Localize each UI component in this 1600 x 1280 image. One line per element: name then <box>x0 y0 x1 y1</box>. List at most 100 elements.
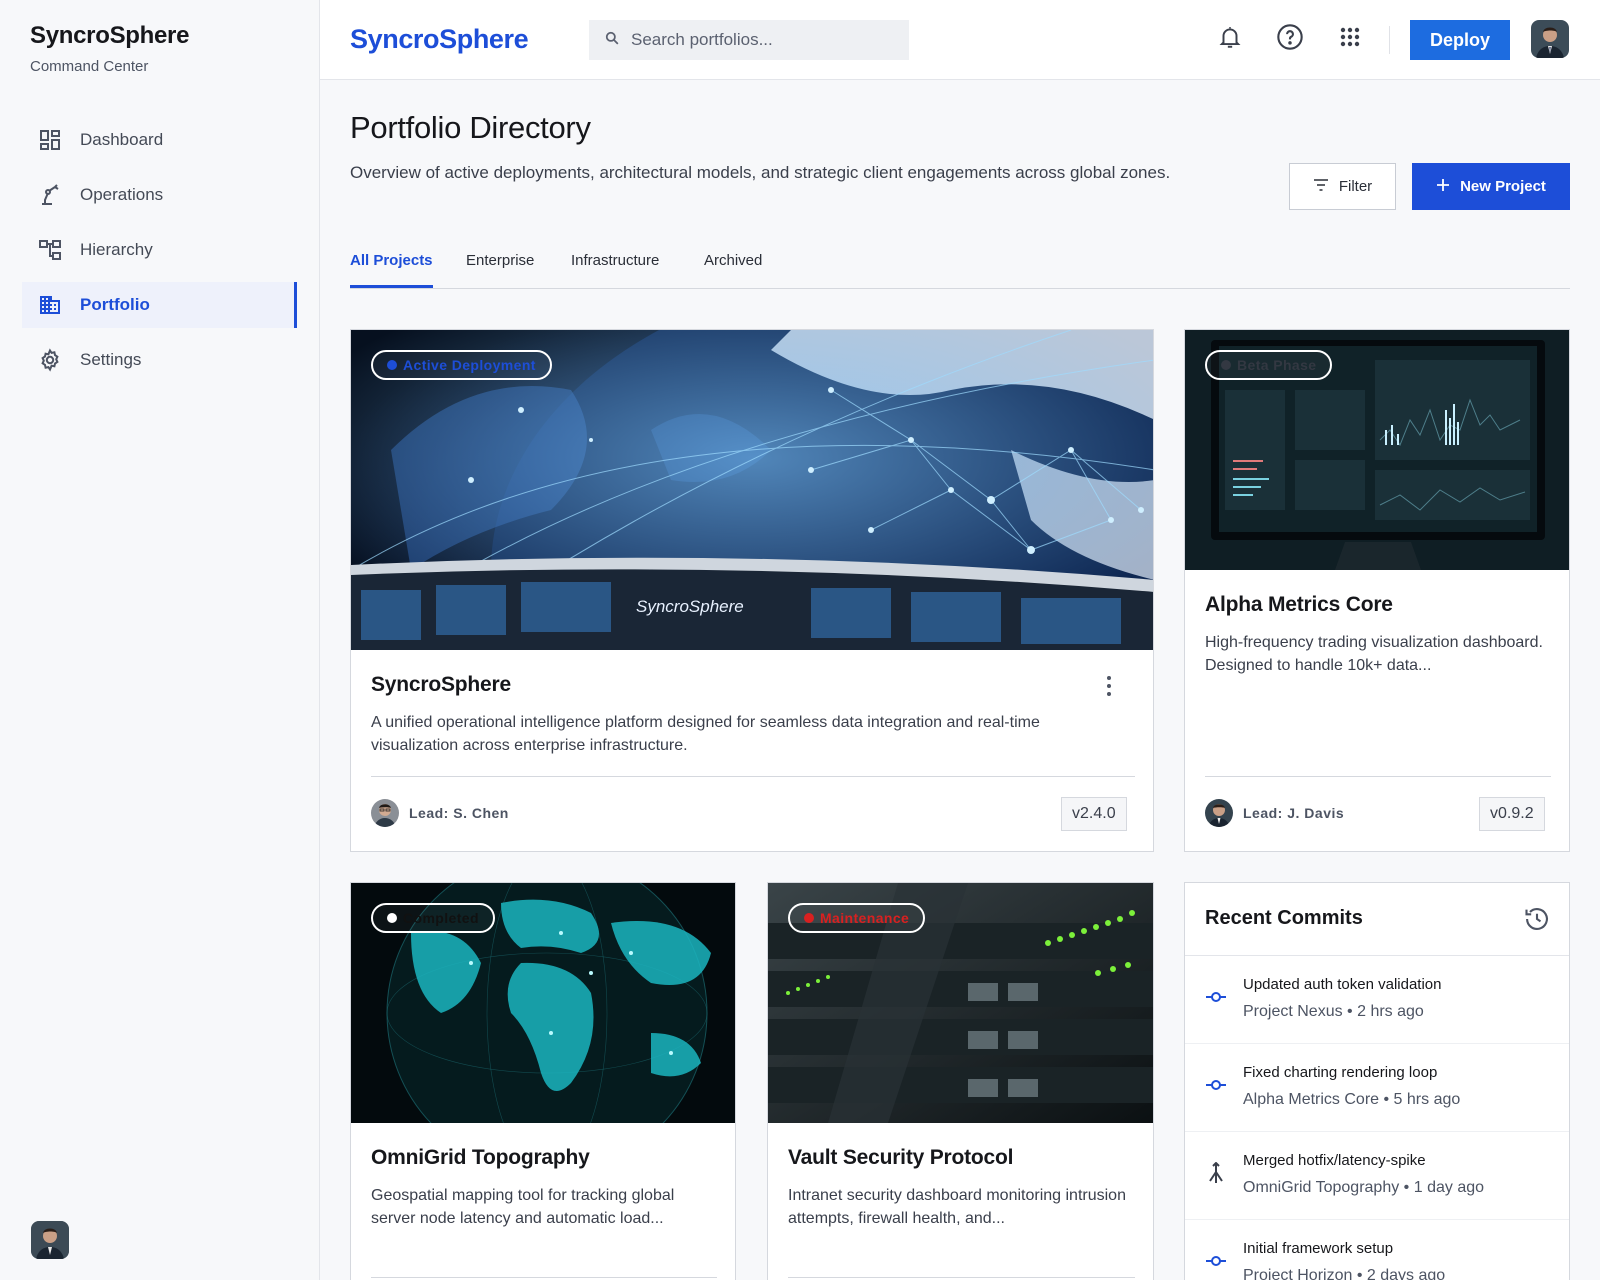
commit-time: 5 hrs ago <box>1393 1091 1461 1108</box>
commit-message: Initial framework setup <box>1243 1240 1394 1257</box>
robot-arm-icon <box>38 183 62 207</box>
project-description: High-frequency trading visualization das… <box>1205 634 1543 674</box>
status-badge-label: Maintenance <box>820 910 910 926</box>
help-icon[interactable] <box>1275 22 1305 52</box>
status-badge: Active Deployment <box>371 350 552 380</box>
tab-bar: All Projects Enterprise Infrastructure A… <box>350 242 1570 289</box>
project-card-omnigrid[interactable]: Completed OmniGrid Topography Geospatial… <box>350 882 736 1280</box>
commit-message: Fixed charting rendering loop <box>1243 1064 1438 1081</box>
filter-label: Filter <box>1338 178 1373 195</box>
plus-icon <box>1436 178 1450 196</box>
commit-meta: Alpha Metrics Core • 5 hrs ago <box>1243 1091 1461 1108</box>
page-title: Portfolio Directory <box>350 110 591 145</box>
lead-avatar <box>371 799 399 827</box>
project-description: Geospatial mapping tool for tracking glo… <box>371 1187 675 1227</box>
sidebar-item-portfolio[interactable]: Portfolio <box>22 282 297 328</box>
project-lead: Lead: S. Chen <box>371 799 509 827</box>
status-badge: Beta Phase <box>1205 350 1333 380</box>
sidebar-item-dashboard[interactable]: Dashboard <box>22 117 297 163</box>
sidebar-item-label: Hierarchy <box>80 240 153 259</box>
merge-icon <box>1205 1161 1227 1184</box>
commit-item[interactable]: Updated auth token validation Project Ne… <box>1185 956 1569 1044</box>
gear-icon <box>38 348 62 372</box>
project-card-syncrosphere[interactable]: SyncroSphere Active Deployment SyncroSph… <box>350 329 1154 852</box>
sidebar-brand: SyncroSphere Command Center <box>30 22 189 75</box>
apps-grid-icon[interactable] <box>1335 22 1365 52</box>
sidebar-nav: Dashboard Operations Hierarchy Portfolio… <box>22 117 297 392</box>
version-badge: v0.9.2 <box>1479 797 1545 831</box>
sidebar-item-operations[interactable]: Operations <box>22 172 297 218</box>
dashboard-icon <box>38 128 62 152</box>
user-avatar[interactable] <box>31 1221 69 1259</box>
project-lead: Lead: J. Davis <box>1205 799 1344 827</box>
status-dot <box>1221 360 1231 370</box>
commit-icon <box>1205 1250 1227 1272</box>
project-title: Alpha Metrics Core <box>1205 593 1393 616</box>
project-title: SyncroSphere <box>371 673 511 696</box>
commit-item[interactable]: Merged hotfix/latency-spike OmniGrid Top… <box>1185 1132 1569 1220</box>
lead-label: Lead: J. Davis <box>1243 805 1345 821</box>
commit-message: Merged hotfix/latency-spike <box>1243 1152 1426 1169</box>
sidebar-item-label: Settings <box>80 350 142 369</box>
top-header: SyncroSphere Deploy <box>320 0 1600 80</box>
commit-item[interactable]: Initial framework setup Project Horizon … <box>1185 1220 1569 1280</box>
new-project-label: New Project <box>1460 178 1546 195</box>
commit-project: Project Horizon <box>1243 1267 1353 1280</box>
sidebar-brand-name: SyncroSphere <box>30 22 190 49</box>
commit-project: Project Nexus <box>1243 1003 1343 1020</box>
search-bar[interactable] <box>589 20 909 60</box>
sidebar: SyncroSphere Command Center Dashboard Op… <box>0 0 320 1280</box>
commit-meta: OmniGrid Topography • 1 day ago <box>1243 1179 1485 1196</box>
commit-icon <box>1205 1074 1227 1096</box>
card-divider <box>1205 776 1551 777</box>
recent-commits-panel: Recent Commits Updated auth token valida… <box>1184 882 1570 1280</box>
tab-enterprise[interactable]: Enterprise <box>466 252 534 285</box>
filter-button[interactable]: Filter <box>1289 163 1396 210</box>
project-title: OmniGrid Topography <box>371 1146 590 1169</box>
sidebar-item-label: Operations <box>80 185 164 204</box>
lead-avatar <box>1205 799 1233 827</box>
project-description: Intranet security dashboard monitoring i… <box>788 1187 1126 1227</box>
filter-icon <box>1313 178 1329 196</box>
sidebar-item-settings[interactable]: Settings <box>22 337 297 383</box>
header-brand[interactable]: SyncroSphere <box>350 24 529 55</box>
project-title: Vault Security Protocol <box>788 1146 1014 1169</box>
tab-archived[interactable]: Archived <box>704 252 762 285</box>
history-icon[interactable] <box>1523 905 1551 933</box>
sidebar-item-hierarchy[interactable]: Hierarchy <box>22 227 297 273</box>
recent-commits-title: Recent Commits <box>1205 907 1363 929</box>
search-input[interactable] <box>631 30 891 50</box>
project-card-alpha-metrics[interactable]: Beta Phase Alpha Metrics Core High-frequ… <box>1184 329 1570 852</box>
commit-item[interactable]: Fixed charting rendering loop Alpha Metr… <box>1185 1044 1569 1132</box>
deploy-button[interactable]: Deploy <box>1410 20 1510 60</box>
status-badge-label: Active Deployment <box>403 357 536 373</box>
lead-label: Lead: S. Chen <box>409 805 509 821</box>
commit-time: 2 days ago <box>1366 1267 1446 1280</box>
commit-time: 2 hrs ago <box>1357 1003 1424 1020</box>
more-options-icon[interactable] <box>1099 673 1119 699</box>
commit-project: Alpha Metrics Core <box>1243 1091 1380 1108</box>
commit-message: Updated auth token validation <box>1243 976 1442 993</box>
new-project-button[interactable]: New Project <box>1412 163 1570 210</box>
status-badge: Maintenance <box>788 903 926 933</box>
sidebar-item-label: Portfolio <box>80 295 150 314</box>
commit-icon <box>1205 986 1227 1008</box>
hierarchy-icon <box>38 238 62 262</box>
project-card-vault-security[interactable]: Maintenance Vault Security Protocol Intr… <box>767 882 1154 1280</box>
tab-all-projects[interactable]: All Projects <box>350 252 433 288</box>
sidebar-brand-subtitle: Command Center <box>30 58 149 75</box>
card-divider <box>788 1277 1135 1278</box>
tab-infrastructure[interactable]: Infrastructure <box>571 252 659 285</box>
bell-icon[interactable] <box>1215 22 1245 52</box>
header-user-avatar[interactable] <box>1531 20 1569 58</box>
status-badge-label: Completed <box>403 910 479 926</box>
header-divider <box>1389 26 1390 54</box>
sidebar-item-label: Dashboard <box>80 130 164 149</box>
status-dot <box>387 913 397 923</box>
status-dot <box>804 913 814 923</box>
commit-time: 1 day ago <box>1413 1179 1485 1196</box>
building-icon <box>38 293 62 317</box>
search-icon <box>605 31 619 50</box>
commit-meta: Project Nexus • 2 hrs ago <box>1243 1003 1424 1020</box>
status-dot <box>387 360 397 370</box>
